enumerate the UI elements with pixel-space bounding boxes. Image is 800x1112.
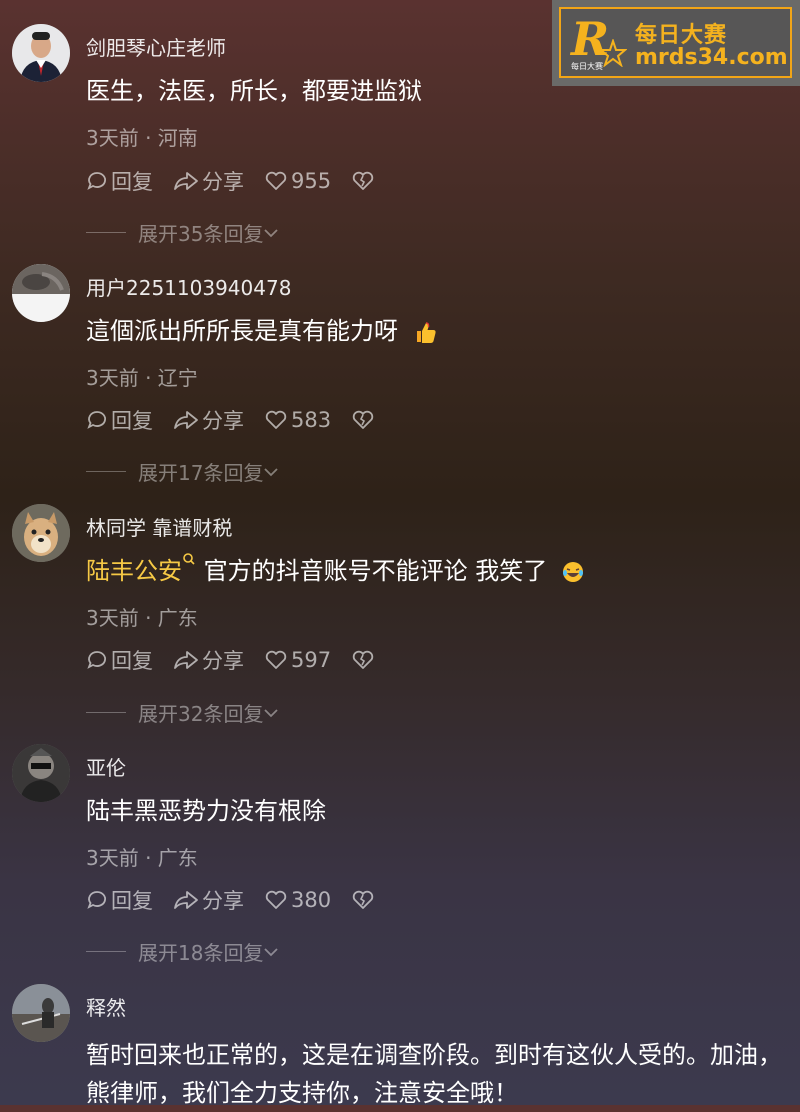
dislike-button[interactable] [351,409,378,431]
avatar[interactable] [12,264,70,322]
share-button[interactable]: 分享 [173,166,244,196]
chevron-down-icon [264,947,279,956]
expand-replies-button[interactable]: 展开18条回复 [86,937,279,966]
broken-heart-icon [352,890,374,909]
comment-text: 陆丰黑恶势力没有根除 [86,792,786,830]
expand-replies-label: 展开32条回复 [138,702,264,726]
comment-text-content: 暂时回来也正常的，这是在调查阶段。到时有这伙人受的。加油，熊律师，我们全力支持你… [86,1041,782,1107]
watermark-small-text: 每日大赛 [571,62,603,71]
like-count: 380 [291,888,332,912]
share-label: 分享 [202,170,244,194]
comment-meta: 3天前 · 广东 [86,606,198,630]
share-label: 分享 [202,649,244,673]
like-button[interactable]: 955 [264,169,331,193]
broken-heart-icon [352,410,374,429]
comment-text: 陆丰公安 官方的抖音账号不能评论 我笑了 [86,552,786,590]
dislike-button[interactable] [351,649,378,671]
avatar[interactable] [12,24,70,82]
comment-text: 暂时回来也正常的，这是在调查阶段。到时有这伙人受的。加油，熊律师，我们全力支持你… [86,1036,786,1112]
comment-text: 医生，法医，所长，都要进监狱 [86,72,786,110]
comment-text-content: 這個派出所所長是真有能力呀 [86,317,398,345]
share-button[interactable]: 分享 [173,645,244,675]
username[interactable]: 亚伦 [86,752,126,781]
laughing-face-icon [562,562,583,582]
watermark-url: mrds34.com [635,45,788,70]
comment-text-content: 官方的抖音账号不能评论 我笑了 [203,557,548,585]
share-button[interactable]: 分享 [173,885,244,915]
reply-label: 回复 [111,649,153,673]
reply-label: 回复 [111,170,153,194]
username[interactable]: 释然 [86,992,126,1021]
comment-text: 這個派出所所長是真有能力呀 [86,312,786,350]
comment-text-content: 陆丰黑恶势力没有根除 [86,797,326,825]
like-button[interactable]: 597 [264,648,331,672]
expand-replies-label: 展开35条回复 [138,222,264,246]
comment-meta: 3天前 · 广东 [86,846,198,870]
mention-label: 陆丰公安 [86,557,182,585]
share-label: 分享 [202,889,244,913]
comment-actions: 回复 分享 380 [86,886,398,914]
share-icon [174,172,198,190]
comment-meta: 3天前 · 河南 [86,126,198,150]
broken-heart-icon [352,171,374,190]
reply-button[interactable]: 回复 [86,166,153,196]
reply-button[interactable]: 回复 [86,885,153,915]
username[interactable]: 林同学 靠谱财税 [86,512,232,541]
reply-icon [87,411,106,429]
comment-actions: 回复 分享 597 [86,646,398,674]
divider-line [86,232,126,233]
dislike-button[interactable] [351,889,378,911]
heart-icon [265,171,287,190]
expand-replies-label: 展开18条回复 [138,941,264,965]
heart-icon [265,890,287,909]
like-button[interactable]: 380 [264,888,331,912]
share-label: 分享 [202,409,244,433]
heart-icon [265,650,287,669]
broken-heart-icon [352,650,374,669]
reply-icon [87,651,106,669]
share-icon [174,411,198,429]
share-icon [174,891,198,909]
thumbs-up-icon [416,322,436,343]
username[interactable]: 剑胆琴心庄老师 [86,32,226,61]
comment-meta: 3天前 · 辽宁 [86,366,198,390]
mention-link[interactable]: 陆丰公安 [86,553,196,585]
like-count: 583 [291,408,332,432]
chevron-down-icon [264,708,279,717]
chevron-down-icon [264,467,279,476]
like-button[interactable]: 583 [264,408,331,432]
avatar[interactable] [12,984,70,1042]
divider-line [86,951,126,952]
chevron-down-icon [264,228,279,237]
divider-line [86,471,126,472]
comment-actions: 回复 分享 583 [86,406,398,434]
share-button[interactable]: 分享 [173,405,244,435]
like-count: 955 [291,169,332,193]
heart-icon [265,410,287,429]
expand-replies-button[interactable]: 展开17条回复 [86,457,279,486]
divider-line [86,712,126,713]
like-count: 597 [291,648,332,672]
avatar[interactable] [12,744,70,802]
reply-button[interactable]: 回复 [86,405,153,435]
reply-button[interactable]: 回复 [86,645,153,675]
username[interactable]: 用户2251103940478 [86,272,291,301]
expand-replies-button[interactable]: 展开35条回复 [86,218,279,247]
expand-replies-button[interactable]: 展开32条回复 [86,698,279,727]
expand-replies-label: 展开17条回复 [138,461,264,485]
share-icon [174,651,198,669]
dislike-button[interactable] [351,170,378,192]
search-icon [183,553,195,565]
reply-label: 回复 [111,409,153,433]
avatar[interactable] [12,504,70,562]
comment-text-content: 医生，法医，所长，都要进监狱 [86,77,422,105]
star-icon [599,39,627,67]
reply-icon [87,172,106,190]
reply-icon [87,891,106,909]
comment-actions: 回复 分享 955 [86,167,398,195]
reply-label: 回复 [111,889,153,913]
